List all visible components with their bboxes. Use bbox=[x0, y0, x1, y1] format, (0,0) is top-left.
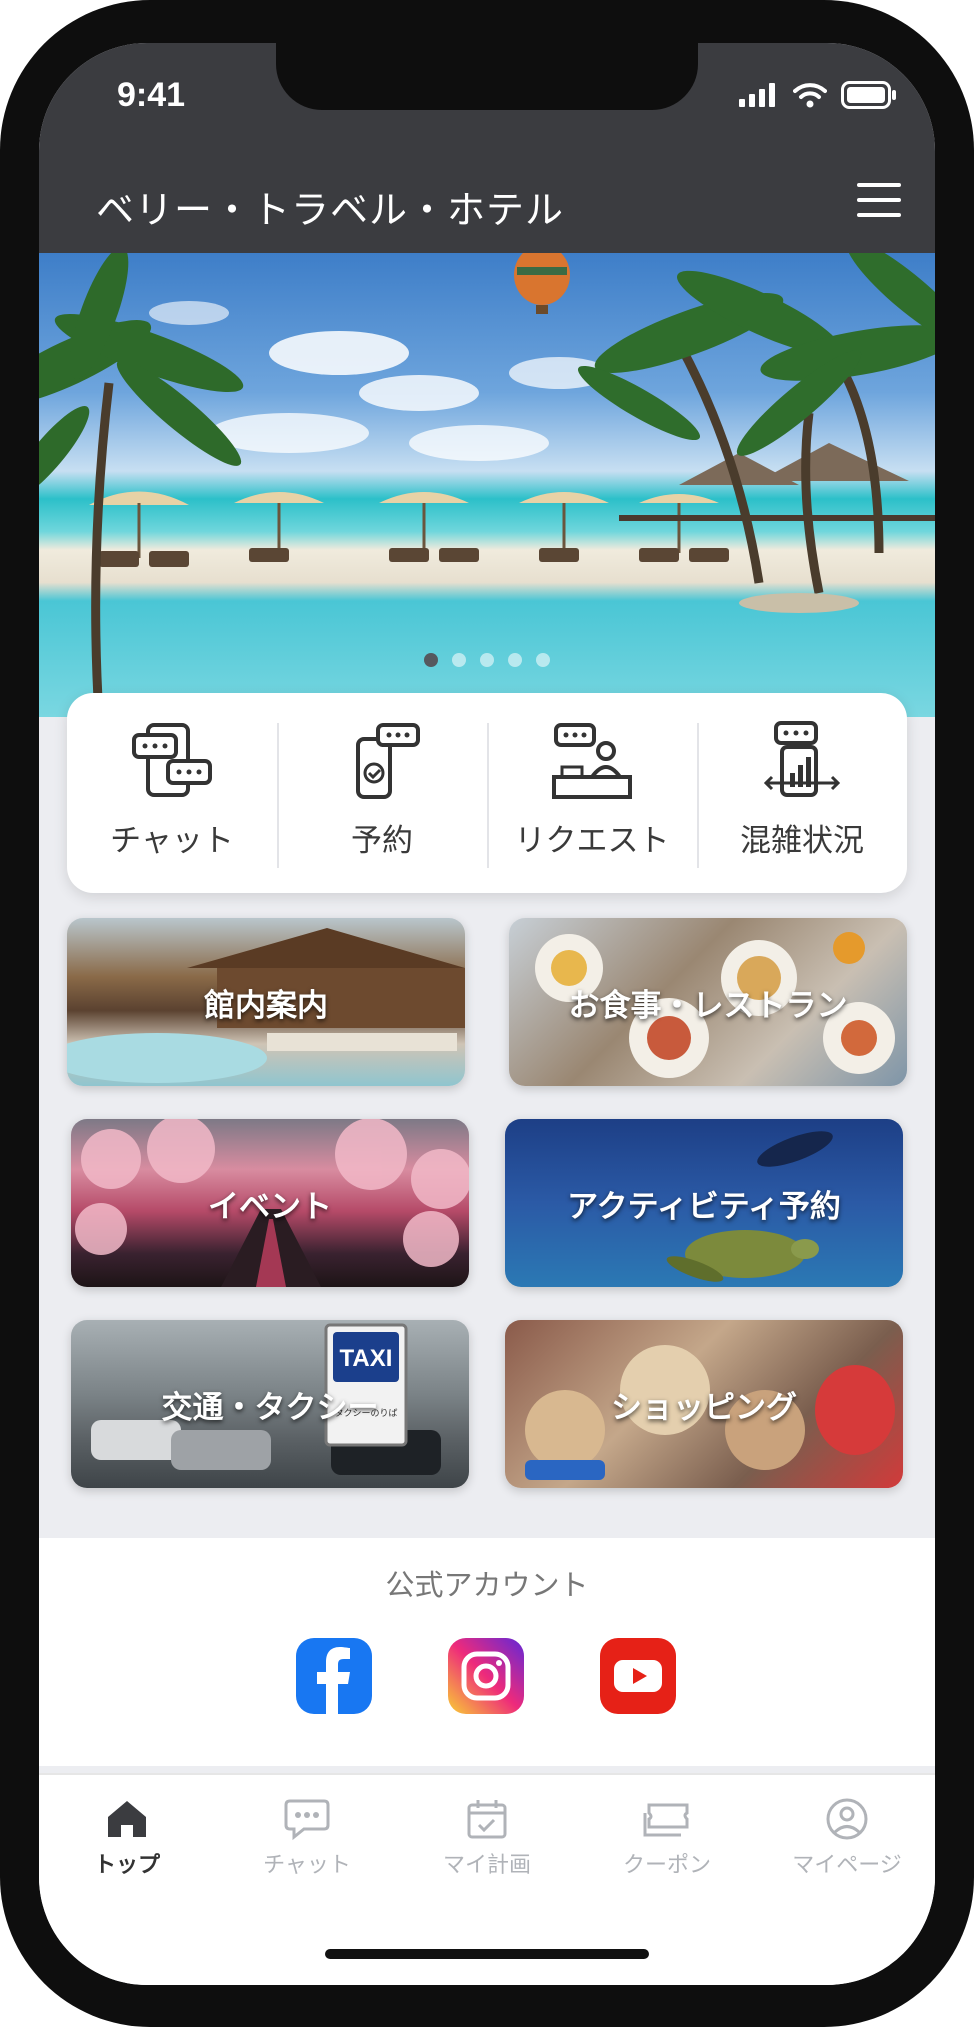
quick-action-request[interactable]: リクエスト bbox=[487, 693, 697, 893]
quick-action-label: リクエスト bbox=[514, 823, 670, 859]
beach-resort-image bbox=[39, 253, 935, 717]
calendar-icon bbox=[467, 1800, 507, 1839]
quick-action-label: チャット bbox=[110, 823, 234, 859]
phone-check-icon bbox=[356, 723, 420, 799]
tile-shopping[interactable]: ショッピング bbox=[505, 1320, 903, 1488]
tile-events[interactable]: イベント bbox=[71, 1119, 469, 1287]
app-screen: 9:41 ベリー・トラベル・ホテル チャット 予約 リクエスト 混雑状況 館内案… bbox=[39, 43, 935, 1985]
facebook-logo bbox=[317, 1647, 350, 1714]
tab-label: クーポン bbox=[622, 1853, 711, 1878]
tab-label: トップ bbox=[93, 1853, 160, 1878]
quick-action-label: 予約 bbox=[351, 823, 413, 859]
wifi-icon bbox=[793, 83, 827, 108]
hamburger-menu-icon[interactable] bbox=[857, 183, 901, 217]
tab-my-page[interactable]: マイページ bbox=[777, 1797, 917, 1879]
tab-my-plan[interactable]: マイ計画 bbox=[417, 1797, 557, 1879]
tab-label: マイ計画 bbox=[442, 1853, 531, 1878]
carousel-dot[interactable] bbox=[480, 653, 494, 667]
tile-label: お食事・レストラン bbox=[568, 987, 848, 1024]
tile-label: 交通・タクシー bbox=[161, 1389, 379, 1426]
home-indicator[interactable] bbox=[325, 1949, 649, 1959]
tile-label: 館内案内 bbox=[204, 987, 328, 1024]
tile-label: ショッピング bbox=[611, 1389, 797, 1426]
status-icons bbox=[739, 81, 897, 109]
tile-dining[interactable]: お食事・レストラン bbox=[509, 918, 907, 1086]
device-notch bbox=[276, 43, 698, 110]
tab-chat[interactable]: チャット bbox=[237, 1797, 377, 1879]
instagram-logo bbox=[461, 1651, 511, 1701]
chat-icon bbox=[284, 1799, 330, 1841]
app-header: 9:41 ベリー・トラベル・ホテル bbox=[39, 43, 935, 253]
tab-label: マイページ bbox=[792, 1853, 902, 1878]
chat-bubbles-icon bbox=[132, 723, 212, 797]
quick-action-chat[interactable]: チャット bbox=[67, 693, 277, 893]
carousel-dot[interactable] bbox=[452, 653, 466, 667]
coupon-icon bbox=[643, 1803, 689, 1837]
status-time: 9:41 bbox=[117, 76, 186, 114]
carousel-dot[interactable] bbox=[536, 653, 550, 667]
carousel-indicator[interactable] bbox=[39, 653, 935, 667]
carousel-dot[interactable] bbox=[424, 653, 438, 667]
signal-icon bbox=[739, 83, 775, 107]
tab-label: チャット bbox=[263, 1853, 351, 1878]
congestion-chart-icon bbox=[763, 721, 841, 797]
tab-coupon[interactable]: クーポン bbox=[597, 1797, 737, 1879]
quick-action-label: 混雑状況 bbox=[740, 823, 864, 859]
tile-transport-taxi[interactable]: TAXI タクシーのりば 交通・タクシー bbox=[71, 1320, 469, 1488]
app-title: ベリー・トラベル・ホテル bbox=[96, 188, 565, 232]
tile-label: イベント bbox=[208, 1188, 332, 1225]
tab-top[interactable]: トップ bbox=[57, 1797, 197, 1879]
user-icon bbox=[826, 1798, 868, 1840]
battery-icon bbox=[841, 81, 896, 109]
youtube-logo bbox=[614, 1660, 662, 1692]
phone-frame: 9:41 ベリー・トラベル・ホテル チャット 予約 リクエスト 混雑状況 館内案… bbox=[0, 0, 974, 2027]
tile-label: アクティビティ予約 bbox=[567, 1188, 841, 1225]
quick-action-reservation[interactable]: 予約 bbox=[277, 693, 487, 893]
quick-action-congestion[interactable]: 混雑状況 bbox=[697, 693, 907, 893]
facebook-icon[interactable] bbox=[296, 1638, 372, 1714]
carousel-dot[interactable] bbox=[508, 653, 522, 667]
quick-actions: チャット 予約 リクエスト 混雑状況 bbox=[67, 693, 907, 893]
youtube-icon[interactable] bbox=[600, 1638, 676, 1714]
instagram-icon[interactable] bbox=[448, 1638, 524, 1714]
tile-facility-guide[interactable]: 館内案内 bbox=[67, 918, 465, 1086]
official-accounts-section: 公式アカウント bbox=[39, 1538, 935, 1766]
official-accounts-title: 公式アカウント bbox=[385, 1568, 589, 1602]
concierge-desk-icon bbox=[552, 723, 632, 799]
taxi-sign-text: TAXI bbox=[340, 1345, 393, 1372]
hero-carousel[interactable] bbox=[39, 253, 935, 717]
home-icon bbox=[108, 1801, 146, 1837]
tile-activity-booking[interactable]: アクティビティ予約 bbox=[505, 1119, 903, 1287]
